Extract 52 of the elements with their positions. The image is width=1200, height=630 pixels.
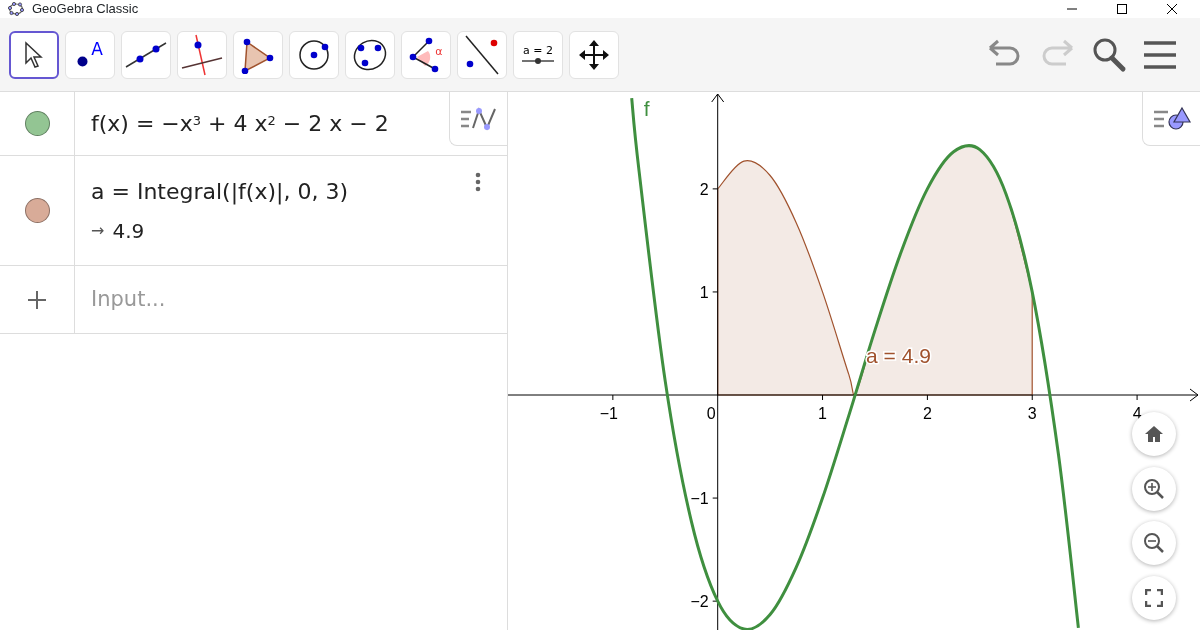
add-icon[interactable]	[27, 289, 47, 310]
x-tick-label: 3	[1027, 405, 1037, 422]
close-icon	[1166, 3, 1178, 15]
circle-icon	[297, 37, 331, 72]
algebra-definition: a = Integral(|f(x)|, 0, 3)	[91, 178, 348, 207]
slider-icon	[521, 56, 555, 65]
visibility-toggle[interactable]	[24, 111, 50, 136]
tool-button[interactable]: a = 2	[513, 30, 563, 79]
menu-icon	[1142, 39, 1178, 70]
x-tick-label: 2	[922, 405, 932, 422]
fullscreen-icon	[1145, 589, 1163, 607]
point-label: A	[91, 39, 103, 58]
graph-label: a = 4.9	[866, 344, 931, 367]
line-through-points-icon	[124, 39, 168, 70]
tool-button[interactable]	[9, 30, 59, 79]
x-tick-label: 0	[706, 405, 716, 422]
y-tick-label: 2	[699, 180, 709, 198]
slider-label: a = 2	[523, 44, 553, 57]
algebra-style-bar-toggle[interactable]	[449, 92, 507, 146]
x-tick-label: 1	[818, 405, 827, 422]
zoom-out-button[interactable]	[1132, 521, 1176, 565]
zoom-in-icon	[1143, 478, 1165, 500]
zoom-in-button[interactable]	[1132, 467, 1176, 511]
x-tick-label: −1	[599, 405, 618, 422]
window-title: GeoGebra Classic	[32, 0, 139, 19]
y-tick-label: −1	[690, 490, 709, 508]
move-arrows-icon	[579, 39, 609, 70]
tool-button[interactable]: A	[65, 30, 115, 79]
tool-button[interactable]: α	[401, 30, 451, 79]
maximize-icon	[1116, 3, 1128, 15]
ellipse-icon	[352, 37, 388, 72]
point-icon	[77, 56, 89, 67]
output-arrow: →	[91, 220, 105, 242]
fullscreen-button[interactable]	[1132, 576, 1176, 620]
graph-label: f	[643, 97, 650, 120]
perpendicular-line-icon	[181, 33, 223, 76]
visibility-toggle[interactable]	[24, 198, 50, 223]
y-tick-label: 1	[699, 283, 709, 301]
output-value: 4.9	[112, 218, 145, 245]
reflect-about-line-icon	[462, 33, 502, 76]
arrow-cursor-icon	[24, 40, 44, 69]
graphics-style-bar-toggle[interactable]	[1142, 92, 1200, 146]
x-tick-label: 4	[1132, 405, 1142, 422]
menu-button[interactable]	[1142, 39, 1178, 70]
algebra-definition: f(x) = −x$^{3}$ + 4 x$^{2}$ − 2 x − 2	[91, 110, 389, 138]
angle-icon	[409, 36, 440, 73]
zoom-out-icon	[1143, 532, 1165, 554]
home-icon	[1144, 425, 1164, 443]
y-tick-label: −2	[690, 593, 709, 611]
app-logo-icon	[8, 2, 24, 16]
angle-label: α	[435, 45, 443, 58]
more-options-icon[interactable]	[475, 172, 481, 192]
